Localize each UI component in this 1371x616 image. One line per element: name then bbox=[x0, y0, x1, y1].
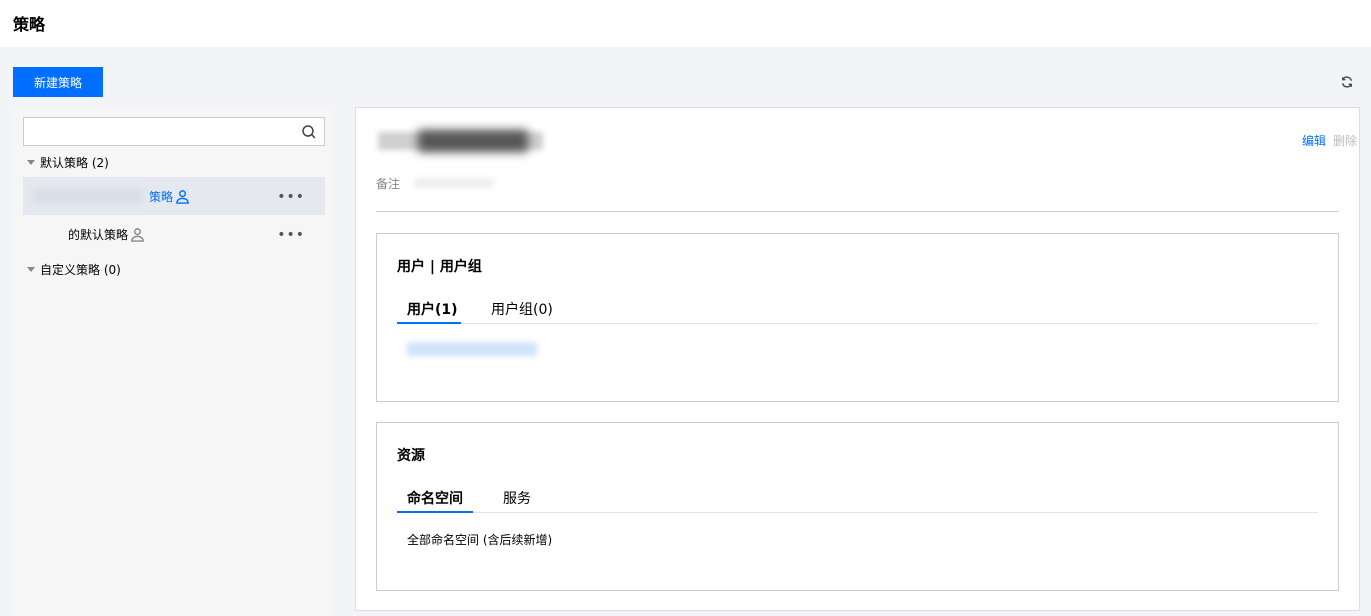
policy-name bbox=[378, 126, 543, 156]
tab-underline bbox=[397, 322, 461, 324]
users-section: 用户 | 用户组 用户(1) 用户组(0) bbox=[376, 233, 1339, 402]
remark-label: 备注 bbox=[376, 177, 401, 191]
search-icon[interactable] bbox=[301, 124, 317, 140]
tree-group-default[interactable]: 默认策略 (2) bbox=[27, 154, 109, 171]
tree-group-label: 自定义策略 (0) bbox=[40, 263, 121, 277]
redacted-text bbox=[33, 189, 143, 203]
tree-item-label: 策略 bbox=[149, 190, 174, 204]
search-input[interactable] bbox=[30, 123, 290, 141]
tree-group-label: 默认策略 (2) bbox=[40, 156, 109, 170]
new-policy-button[interactable]: 新建策略 bbox=[13, 67, 103, 97]
section-title: 资源 bbox=[397, 448, 425, 464]
redacted-link[interactable] bbox=[407, 342, 537, 356]
delete-link[interactable]: 删除 bbox=[1333, 132, 1359, 149]
tree-item-policy[interactable]: 策略 ••• bbox=[23, 177, 325, 215]
tab-users[interactable]: 用户(1) bbox=[407, 299, 458, 319]
more-icon[interactable]: ••• bbox=[277, 189, 305, 205]
tab-namespaces[interactable]: 命名空间 bbox=[407, 488, 463, 508]
policy-tree-panel: 默认策略 (2) 策略 ••• 的默认策略 ••• 自定义策略 (0) bbox=[13, 107, 335, 616]
refresh-icon[interactable] bbox=[1337, 72, 1357, 92]
users-tabs: 用户(1) 用户组(0) bbox=[397, 296, 1318, 324]
more-icon[interactable]: ••• bbox=[277, 227, 305, 243]
tree-item-label: 的默认策略 bbox=[68, 228, 129, 242]
tab-services[interactable]: 服务 bbox=[503, 488, 531, 508]
tab-user-groups[interactable]: 用户组(0) bbox=[491, 299, 553, 319]
redacted-text bbox=[414, 178, 494, 188]
search-box[interactable] bbox=[23, 117, 325, 146]
namespace-scope-text: 全部命名空间 (含后续新增) bbox=[407, 533, 553, 547]
top-bar: 策略 bbox=[0, 0, 1371, 47]
resources-section: 资源 命名空间 服务 全部命名空间 (含后续新增) bbox=[376, 422, 1339, 591]
section-title: 用户 | 用户组 bbox=[397, 259, 482, 275]
caret-down-icon[interactable] bbox=[27, 267, 35, 272]
tab-underline bbox=[397, 511, 473, 513]
caret-down-icon[interactable] bbox=[27, 160, 35, 165]
divider bbox=[376, 211, 1339, 212]
edit-link[interactable]: 编辑 bbox=[1302, 132, 1326, 149]
tree-group-custom[interactable]: 自定义策略 (0) bbox=[27, 261, 121, 278]
page-title: 策略 bbox=[13, 15, 46, 34]
tree-item-default-policy[interactable]: 的默认策略 ••• bbox=[23, 215, 325, 253]
policy-detail-panel: 编辑 删除 备注 用户 | 用户组 用户(1) 用户组(0) 资源 命名空间 服… bbox=[355, 107, 1360, 611]
user-icon bbox=[176, 190, 189, 204]
resources-tabs: 命名空间 服务 bbox=[397, 485, 1318, 513]
user-icon bbox=[131, 228, 144, 242]
